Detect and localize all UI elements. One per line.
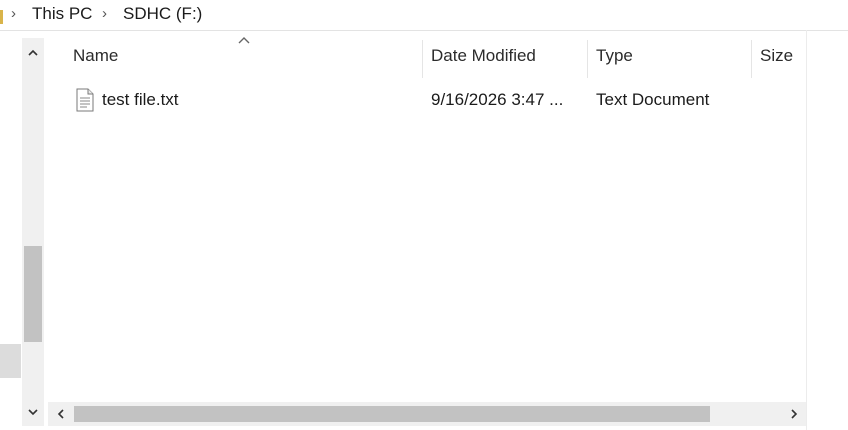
column-divider[interactable] bbox=[751, 40, 752, 78]
breadcrumb-sdhc-drive[interactable]: SDHC (F:) bbox=[123, 3, 202, 25]
nav-pane-selected-item[interactable] bbox=[0, 344, 21, 378]
chevron-up-icon[interactable] bbox=[22, 42, 44, 62]
file-row[interactable]: test file.txt 9/16/2026 3:47 ... Text Do… bbox=[64, 86, 804, 114]
column-header-date-modified[interactable]: Date Modified bbox=[431, 44, 536, 68]
address-bar[interactable]: › This PC › SDHC (F:) bbox=[0, 0, 848, 31]
horizontal-scrollbar[interactable] bbox=[48, 402, 806, 426]
column-header-type[interactable]: Type bbox=[596, 44, 633, 68]
breadcrumb-separator-icon[interactable]: › bbox=[11, 3, 16, 25]
pane-divider bbox=[806, 30, 807, 430]
breadcrumb-this-pc[interactable]: This PC bbox=[32, 3, 92, 25]
nav-pane-scrollbar[interactable] bbox=[22, 38, 44, 426]
file-name[interactable]: test file.txt bbox=[102, 88, 179, 112]
sort-ascending-icon bbox=[238, 37, 250, 44]
text-file-icon bbox=[76, 88, 94, 112]
column-divider[interactable] bbox=[587, 40, 588, 78]
column-header-size[interactable]: Size bbox=[760, 44, 793, 68]
file-date-modified: 9/16/2026 3:47 ... bbox=[431, 90, 564, 109]
chevron-left-icon[interactable] bbox=[48, 402, 72, 426]
column-divider[interactable] bbox=[422, 40, 423, 78]
breadcrumb-separator-icon[interactable]: › bbox=[102, 3, 107, 25]
file-type: Text Document bbox=[596, 90, 710, 109]
chevron-right-icon[interactable] bbox=[782, 402, 806, 426]
column-header-name[interactable]: Name bbox=[73, 44, 118, 68]
horizontal-scroll-thumb[interactable] bbox=[74, 406, 710, 422]
nav-pane-scroll-thumb[interactable] bbox=[24, 246, 42, 342]
file-list[interactable]: Name Date Modified Type Size test file.t… bbox=[48, 34, 806, 426]
folder-icon-edge bbox=[0, 10, 3, 24]
chevron-down-icon[interactable] bbox=[22, 402, 44, 422]
